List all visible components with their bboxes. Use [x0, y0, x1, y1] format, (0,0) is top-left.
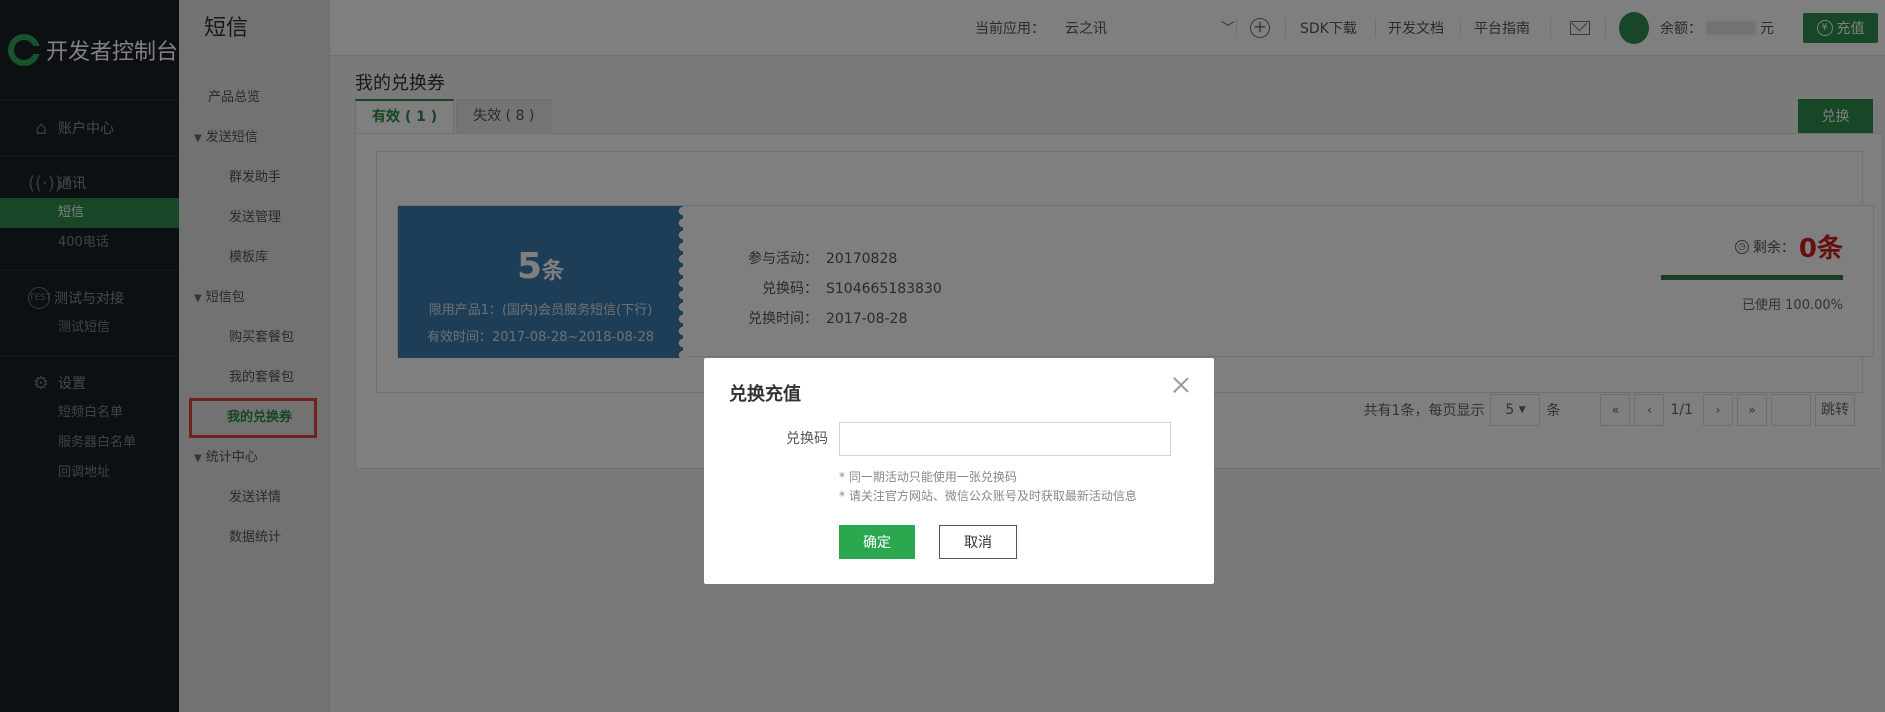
confirm-button[interactable]: 确定: [839, 525, 915, 559]
redeem-code-label: 兑换码: [786, 431, 828, 447]
cancel-button[interactable]: 取消: [939, 525, 1017, 559]
redeem-code-input[interactable]: [839, 422, 1171, 456]
close-icon[interactable]: [1172, 376, 1190, 394]
redeem-dialog: 兑换充值 兑换码 * 同一期活动只能使用一张兑换码 * 请关注官方网站、微信公众…: [704, 358, 1214, 584]
dialog-title: 兑换充值: [729, 384, 801, 405]
hint-follow-official: * 请关注官方网站、微信公众账号及时获取最新活动信息: [839, 489, 1137, 503]
hint-one-per-activity: * 同一期活动只能使用一张兑换码: [839, 470, 1017, 484]
modal-overlay[interactable]: [0, 0, 1885, 712]
